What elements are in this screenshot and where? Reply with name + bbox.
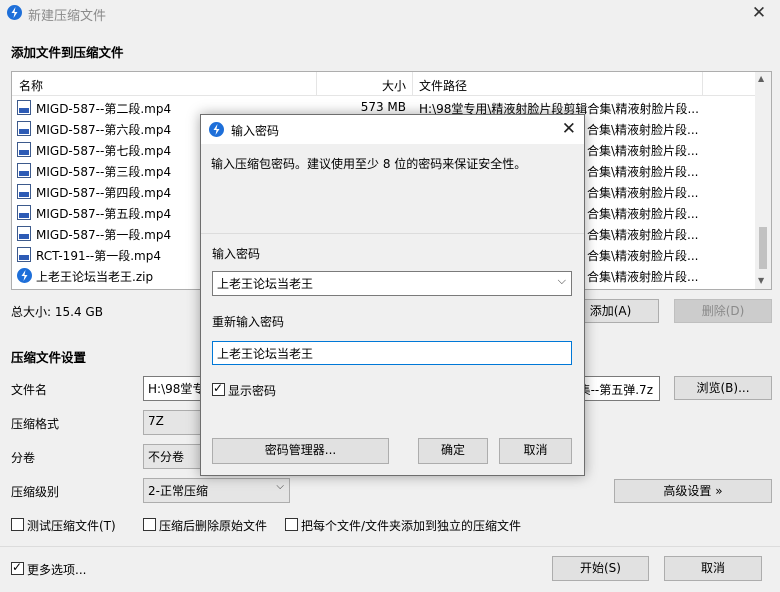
chevron-down-icon[interactable]: ⌵ <box>558 274 566 288</box>
ok-button[interactable]: 确定 <box>418 438 488 464</box>
more-options-checkbox[interactable] <box>11 560 24 575</box>
column-header-size[interactable]: 大小 <box>382 77 406 94</box>
dialog-description: 输入压缩包密码。建议使用至少 8 位的密码来保证安全性。 <box>211 157 527 171</box>
start-button[interactable]: 开始(S) <box>552 556 649 581</box>
volume-label: 分卷 <box>11 451 36 465</box>
add-files-section-title: 添加文件到压缩文件 <box>11 45 124 60</box>
title-bar: 新建压缩文件 ✕ <box>0 0 780 26</box>
app-logo-icon <box>7 5 22 20</box>
file-path: 合集\精液射脸片段... <box>587 270 699 284</box>
show-password-checkbox[interactable] <box>212 381 225 396</box>
video-file-icon <box>17 205 31 220</box>
dialog-title-bar: 输入密码 ✕ <box>201 115 584 144</box>
total-size-label: 总大小: 15.4 GB <box>11 305 103 319</box>
file-name: MIGD-587--第六段.mp4 <box>36 123 172 137</box>
cancel-button[interactable]: 取消 <box>664 556 762 581</box>
video-file-icon <box>17 121 31 136</box>
video-file-icon <box>17 247 31 262</box>
zip-file-icon <box>17 268 32 283</box>
confirm-password-label: 重新输入密码 <box>212 315 285 329</box>
filename-value-start: H:\98堂专 <box>148 382 205 396</box>
file-name: MIGD-587--第七段.mp4 <box>36 144 172 158</box>
scroll-down-icon[interactable]: ▼ <box>758 276 764 285</box>
level-select[interactable]: 2-正常压缩 ⌵ <box>143 478 290 503</box>
format-value: 7Z <box>148 414 164 428</box>
level-label: 压缩级别 <box>11 485 60 499</box>
file-list-scrollbar[interactable]: ▲ ▼ <box>755 72 771 289</box>
password-manager-button[interactable]: 密码管理器... <box>212 438 389 464</box>
password-label: 输入密码 <box>212 247 261 261</box>
scroll-up-icon[interactable]: ▲ <box>758 74 764 83</box>
file-path: 合集\精液射脸片段... <box>587 186 699 200</box>
advanced-settings-button[interactable]: 高级设置 » <box>614 479 772 503</box>
dialog-close-icon[interactable]: ✕ <box>562 119 576 139</box>
file-name: MIGD-587--第四段.mp4 <box>36 186 172 200</box>
test-archive-checkbox[interactable] <box>11 518 24 531</box>
dialog-divider <box>201 233 584 234</box>
level-value: 2-正常压缩 <box>148 484 208 498</box>
file-name: 上老王论坛当老王.zip <box>36 270 154 284</box>
file-path: 合集\精液射脸片段... <box>587 249 699 263</box>
password-value: 上老王论坛当老王 <box>217 277 314 291</box>
video-file-icon <box>17 226 31 241</box>
filename-value-end: 集--第五弹.7z <box>578 383 653 397</box>
column-header-path[interactable]: 文件路径 <box>419 77 467 94</box>
file-path: 合集\精液射脸片段... <box>587 228 699 242</box>
file-path: 合集\精液射脸片段... <box>587 165 699 179</box>
confirm-password-input[interactable]: 上老王论坛当老王 <box>212 341 572 365</box>
more-options-label: 更多选项... <box>27 563 87 577</box>
video-file-icon <box>17 184 31 199</box>
dialog-title: 输入密码 <box>231 124 280 138</box>
dialog-app-icon <box>209 122 224 137</box>
show-password-label: 显示密码 <box>228 384 277 398</box>
password-dialog: 输入密码 ✕ 输入压缩包密码。建议使用至少 8 位的密码来保证安全性。 输入密码… <box>200 114 585 476</box>
file-list-header: 名称 大小 文件路径 <box>12 72 771 96</box>
dialog-cancel-button[interactable]: 取消 <box>499 438 572 464</box>
window-close-icon[interactable]: ✕ <box>748 3 770 23</box>
file-name: MIGD-587--第五段.mp4 <box>36 207 172 221</box>
file-name: MIGD-587--第三段.mp4 <box>36 165 172 179</box>
file-name: RCT-191--第一段.mp4 <box>36 249 161 263</box>
video-file-icon <box>17 100 31 115</box>
format-label: 压缩格式 <box>11 417 60 431</box>
confirm-password-value: 上老王论坛当老王 <box>217 347 314 361</box>
video-file-icon <box>17 142 31 157</box>
separate-archives-checkbox[interactable] <box>285 518 298 531</box>
filename-label: 文件名 <box>11 383 48 397</box>
delete-after-label: 压缩后删除原始文件 <box>159 519 268 533</box>
volume-value: 不分卷 <box>148 450 185 464</box>
file-path: 合集\精液射脸片段... <box>587 207 699 221</box>
file-path: 合集\精液射脸片段... <box>587 144 699 158</box>
video-file-icon <box>17 163 31 178</box>
column-header-name[interactable]: 名称 <box>19 77 43 94</box>
separate-archives-label: 把每个文件/文件夹添加到独立的压缩文件 <box>301 519 522 533</box>
file-name: MIGD-587--第二段.mp4 <box>36 102 172 116</box>
divider <box>0 546 780 547</box>
test-archive-label: 测试压缩文件(T) <box>27 519 116 533</box>
file-size: 573 MB <box>360 100 406 114</box>
window-title: 新建压缩文件 <box>28 9 107 24</box>
delete-after-checkbox[interactable] <box>143 518 156 531</box>
delete-button[interactable]: 删除(D) <box>674 299 772 323</box>
settings-section-title: 压缩文件设置 <box>11 350 87 365</box>
file-path: 合集\精液射脸片段... <box>587 123 699 137</box>
browse-button[interactable]: 浏览(B)... <box>674 376 772 400</box>
file-name: MIGD-587--第一段.mp4 <box>36 228 172 242</box>
scrollbar-thumb[interactable] <box>759 227 767 269</box>
password-combo[interactable]: 上老王论坛当老王 ⌵ <box>212 271 572 296</box>
chevron-down-icon: ⌵ <box>276 481 284 492</box>
